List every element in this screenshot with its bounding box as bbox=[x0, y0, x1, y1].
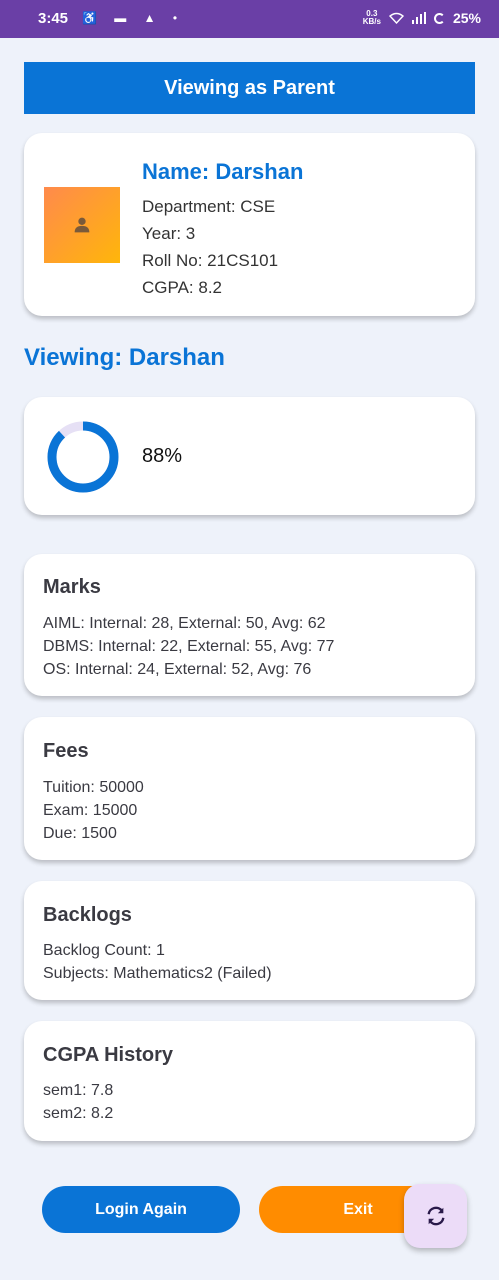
ring-progress bbox=[47, 421, 119, 493]
status-time: 3:45 bbox=[38, 10, 69, 27]
viewing-title: Viewing: Darshan bbox=[24, 344, 225, 371]
marks-line: AIML: Internal: 28, External: 50, Avg: 6… bbox=[43, 615, 326, 632]
backlogs-list: Backlog Count: 1 Subjects: Mathematics2 … bbox=[43, 939, 272, 985]
fees-line: Tuition: 50000 bbox=[43, 779, 144, 796]
department: Department: CSE bbox=[142, 197, 276, 216]
backlogs-title: Backlogs bbox=[43, 904, 132, 926]
cgpa-history-line: sem1: 7.8 bbox=[43, 1082, 114, 1099]
backlogs-line: Backlog Count: 1 bbox=[43, 942, 165, 959]
person-icon bbox=[74, 217, 90, 233]
exit-label: Exit bbox=[343, 1200, 373, 1218]
roll-no: Roll No: 21CS101 bbox=[142, 251, 279, 270]
avatar bbox=[44, 187, 120, 263]
battery-icon bbox=[433, 12, 445, 24]
status-right: 0.3 KB/s 25% bbox=[362, 9, 481, 27]
warning-icon: ▲ bbox=[143, 11, 156, 25]
backlogs-card: Backlogs Backlog Count: 1 Subjects: Math… bbox=[24, 881, 475, 1000]
fees-line: Exam: 15000 bbox=[43, 802, 138, 819]
cgpa-history-title: CGPA History bbox=[43, 1044, 174, 1066]
login-again-button[interactable]: Login Again bbox=[42, 1186, 240, 1233]
marks-list: AIML: Internal: 28, External: 50, Avg: 6… bbox=[43, 612, 334, 681]
profile-card: Name: Darshan Department: CSE Year: 3 Ro… bbox=[24, 133, 475, 316]
login-again-label: Login Again bbox=[95, 1200, 187, 1218]
fees-title: Fees bbox=[43, 740, 89, 762]
marks-title: Marks bbox=[43, 576, 101, 598]
notification-icons: ♿ ▬ ▲ • bbox=[82, 11, 191, 25]
year: Year: 3 bbox=[142, 224, 196, 243]
attendance-ring bbox=[47, 421, 119, 493]
battery-level: 25% bbox=[452, 10, 481, 26]
marks-line: DBMS: Internal: 22, External: 55, Avg: 7… bbox=[43, 638, 335, 655]
signal-icon bbox=[411, 12, 426, 24]
attendance-card: 88% bbox=[24, 397, 475, 515]
app-notification-icon: ▬ bbox=[114, 11, 127, 25]
fees-list: Tuition: 50000 Exam: 15000 Due: 1500 bbox=[43, 776, 144, 845]
wifi-icon bbox=[388, 12, 404, 24]
cgpa-history-line: sem2: 8.2 bbox=[43, 1105, 114, 1122]
refresh-icon bbox=[426, 1206, 445, 1226]
refresh-fab[interactable] bbox=[404, 1184, 467, 1248]
cgpa: CGPA: 8.2 bbox=[142, 278, 222, 297]
fees-line: Due: 1500 bbox=[43, 825, 117, 842]
profile-info: Name: Darshan Department: CSE Year: 3 Ro… bbox=[142, 159, 303, 301]
accessibility-icon: ♿ bbox=[82, 11, 97, 25]
cgpa-history-card: CGPA History sem1: 7.8 sem2: 8.2 bbox=[24, 1021, 475, 1141]
network-speed: 0.3 KB/s bbox=[362, 9, 381, 26]
student-name: Name: Darshan bbox=[142, 159, 304, 184]
attendance-percent: 88% bbox=[142, 445, 183, 467]
role-banner: Viewing as Parent bbox=[24, 62, 475, 114]
dot-icon: • bbox=[172, 11, 178, 25]
marks-card: Marks AIML: Internal: 28, External: 50, … bbox=[24, 554, 475, 696]
banner-title: Viewing as Parent bbox=[164, 76, 335, 99]
fees-card: Fees Tuition: 50000 Exam: 15000 Due: 150… bbox=[24, 717, 475, 860]
status-bar: 3:45 ♿ ▬ ▲ • 0.3 KB/s 25% bbox=[0, 0, 499, 38]
marks-line: OS: Internal: 24, External: 52, Avg: 76 bbox=[43, 661, 312, 678]
cgpa-history-list: sem1: 7.8 sem2: 8.2 bbox=[43, 1079, 113, 1125]
backlogs-line: Subjects: Mathematics2 (Failed) bbox=[43, 965, 272, 982]
